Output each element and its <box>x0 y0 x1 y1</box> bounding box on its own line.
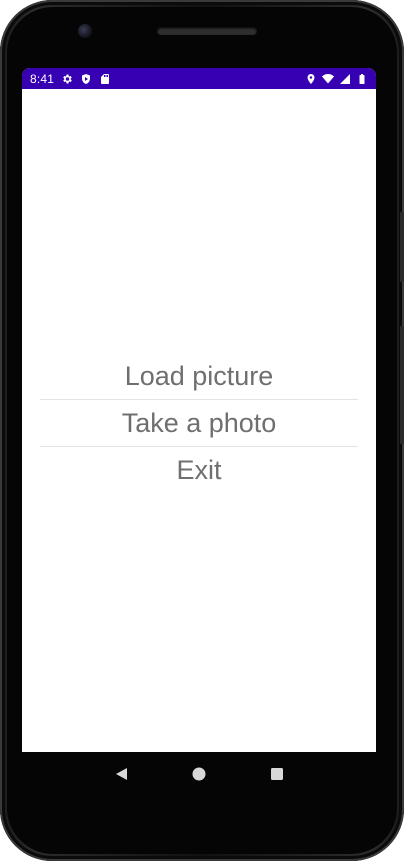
load-picture-button[interactable]: Load picture <box>40 353 358 399</box>
menu-list: Load picture Take a photo Exit <box>40 353 358 493</box>
wifi-icon <box>322 73 334 85</box>
navigation-bar <box>22 752 376 796</box>
front-camera <box>78 24 92 38</box>
sd-card-icon <box>99 73 111 85</box>
exit-button[interactable]: Exit <box>40 447 358 493</box>
back-icon[interactable] <box>107 760 135 788</box>
location-icon <box>305 73 317 85</box>
recents-icon[interactable] <box>263 760 291 788</box>
settings-icon <box>61 73 73 85</box>
take-photo-button[interactable]: Take a photo <box>40 400 358 446</box>
signal-icon <box>339 73 351 85</box>
power-button[interactable] <box>400 212 404 282</box>
screen: 8:41 Load picture Take a photo Exit <box>22 68 376 752</box>
status-right <box>305 73 368 85</box>
battery-icon <box>356 73 368 85</box>
status-time: 8:41 <box>30 71 55 86</box>
home-icon[interactable] <box>185 760 213 788</box>
shield-icon <box>80 73 92 85</box>
phone-frame: 8:41 Load picture Take a photo Exit <box>0 0 404 861</box>
status-bar: 8:41 <box>22 68 376 89</box>
status-left: 8:41 <box>30 72 111 86</box>
earpiece-speaker <box>157 27 257 35</box>
volume-rocker[interactable] <box>400 326 404 444</box>
